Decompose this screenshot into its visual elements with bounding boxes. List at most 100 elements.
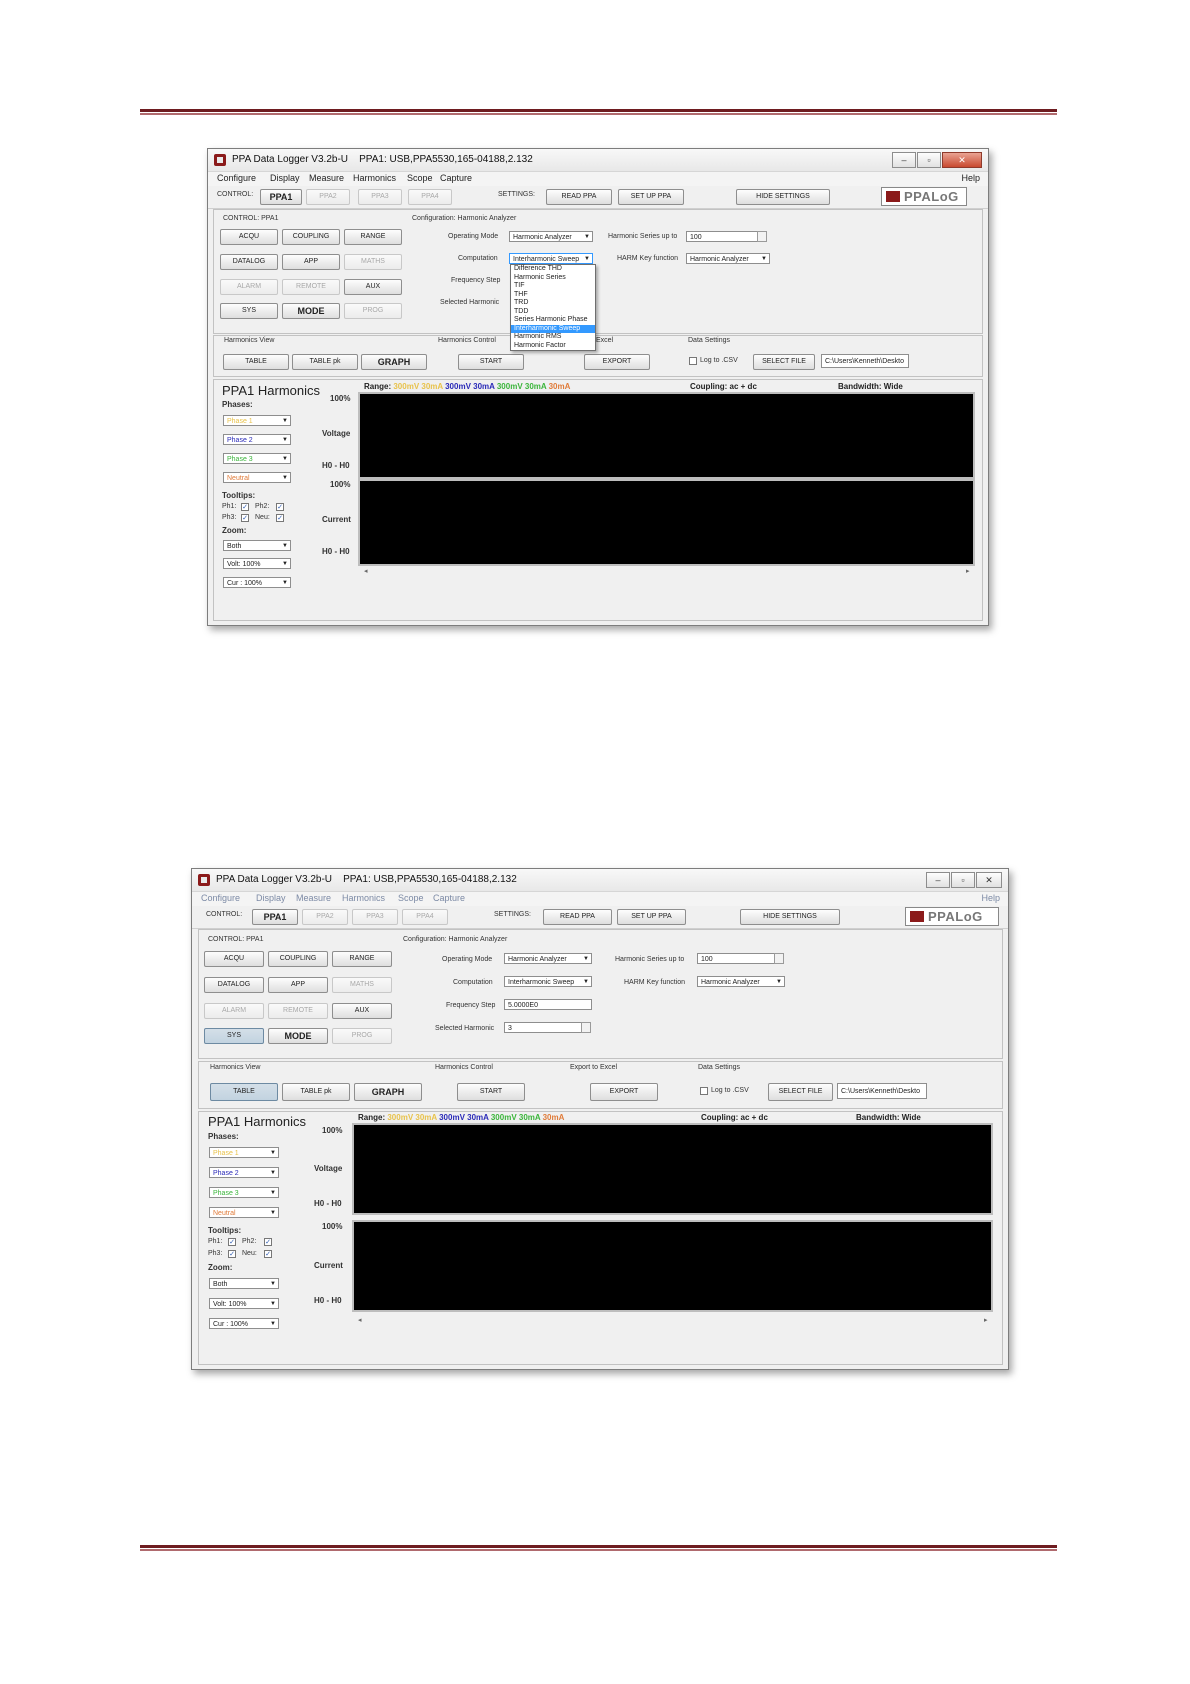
prog-button[interactable]: PROG xyxy=(344,303,402,319)
log-csv-checkbox[interactable] xyxy=(689,357,697,365)
close-icon[interactable]: ✕ xyxy=(976,872,1002,888)
computation-option[interactable]: Harmonic Factor xyxy=(511,342,595,351)
export-button[interactable]: EXPORT xyxy=(584,354,650,370)
close-icon[interactable]: ✕ xyxy=(942,152,982,168)
prog-button[interactable]: PROG xyxy=(332,1028,392,1044)
tooltip-ph3-checkbox[interactable]: ✓ xyxy=(241,514,249,522)
harm-key-select[interactable]: Harmonic Analyzer ▼ xyxy=(697,976,785,987)
ppa4-tab[interactable]: PPA4 xyxy=(408,189,452,205)
tooltip-ph2-checkbox[interactable]: ✓ xyxy=(264,1238,272,1246)
tooltip-ph1-checkbox[interactable]: ✓ xyxy=(228,1238,236,1246)
datalog-button[interactable]: DATALOG xyxy=(220,254,278,270)
tooltip-ph1-checkbox[interactable]: ✓ xyxy=(241,503,249,511)
menu-measure[interactable]: Measure xyxy=(296,893,331,903)
scroll-right-icon[interactable]: ▸ xyxy=(966,567,970,577)
computation-option[interactable]: TDD xyxy=(511,308,595,317)
harmonic-series-spinner[interactable] xyxy=(774,953,784,964)
tooltip-ph2-checkbox[interactable]: ✓ xyxy=(276,503,284,511)
range-button[interactable]: RANGE xyxy=(344,229,402,245)
zoom-cur-select[interactable]: Cur : 100% ▼ xyxy=(209,1318,279,1329)
computation-select[interactable]: Interharmonic Sweep ▼ xyxy=(504,976,592,987)
set-up-ppa-button[interactable]: SET UP PPA xyxy=(618,189,684,205)
ppa1-tab[interactable]: PPA1 xyxy=(260,189,302,205)
frequency-step-input[interactable]: 5.0000E0 xyxy=(504,999,592,1010)
acqu-button[interactable]: ACQU xyxy=(204,951,264,967)
menu-capture[interactable]: Capture xyxy=(433,893,465,903)
maths-button[interactable]: MATHS xyxy=(344,254,402,270)
scroll-left-icon[interactable]: ◂ xyxy=(358,1316,362,1326)
aux-button[interactable]: AUX xyxy=(344,279,402,295)
phase1-select[interactable]: Phase 1 ▼ xyxy=(209,1147,279,1158)
computation-option[interactable]: Interharmonic Sweep xyxy=(511,324,595,333)
computation-dropdown-list[interactable]: Difference THD Harmonic Series TIF THF TRD TD… xyxy=(510,264,596,351)
mode-button[interactable]: MODE xyxy=(268,1028,328,1044)
harmonic-series-input[interactable]: 100 xyxy=(686,231,759,242)
phase2-select[interactable]: Phase 2 ▼ xyxy=(209,1167,279,1178)
voltage-plot[interactable] xyxy=(352,1123,993,1215)
harmonic-series-input[interactable]: 100 xyxy=(697,953,775,964)
mode-button[interactable]: MODE xyxy=(282,303,340,319)
hide-settings-button[interactable]: HIDE SETTINGS xyxy=(736,189,830,205)
sys-button[interactable]: SYS xyxy=(204,1028,264,1044)
minimize-icon[interactable]: – xyxy=(926,872,950,888)
select-file-button[interactable]: SELECT FILE xyxy=(753,354,815,370)
zoom-volt-select[interactable]: Volt: 100% ▼ xyxy=(223,558,291,569)
phase3-select[interactable]: Phase 3 ▼ xyxy=(209,1187,279,1198)
table-button[interactable]: TABLE xyxy=(210,1083,278,1101)
log-csv-checkbox[interactable] xyxy=(700,1087,708,1095)
aux-button[interactable]: AUX xyxy=(332,1003,392,1019)
menu-harmonics[interactable]: Harmonics xyxy=(353,173,396,183)
voltage-plot[interactable] xyxy=(358,392,975,479)
computation-option[interactable]: TIF xyxy=(511,282,595,291)
operating-mode-select[interactable]: Harmonic Analyzer ▼ xyxy=(504,953,592,964)
computation-option[interactable]: Series Harmonic Phase xyxy=(511,316,595,325)
graph-button[interactable]: GRAPH xyxy=(354,1083,422,1101)
menu-configure[interactable]: Configure xyxy=(201,893,240,903)
menu-help[interactable]: Help xyxy=(961,173,980,183)
computation-option[interactable]: Difference THD xyxy=(511,265,595,274)
menu-harmonics[interactable]: Harmonics xyxy=(342,893,385,903)
export-button[interactable]: EXPORT xyxy=(590,1083,658,1101)
computation-option[interactable]: THF xyxy=(511,291,595,300)
ppa3-tab[interactable]: PPA3 xyxy=(352,909,398,925)
computation-option[interactable]: Harmonic RMS xyxy=(511,333,595,342)
ppa2-tab[interactable]: PPA2 xyxy=(302,909,348,925)
scroll-left-icon[interactable]: ◂ xyxy=(364,567,368,577)
start-button[interactable]: START xyxy=(458,354,524,370)
computation-option[interactable]: Harmonic Series xyxy=(511,274,595,283)
menu-display[interactable]: Display xyxy=(256,893,286,903)
hide-settings-button[interactable]: HIDE SETTINGS xyxy=(740,909,840,925)
tooltip-neu-checkbox[interactable]: ✓ xyxy=(276,514,284,522)
zoom-both-select[interactable]: Both ▼ xyxy=(209,1278,279,1289)
ppa2-tab[interactable]: PPA2 xyxy=(306,189,350,205)
remote-button[interactable]: REMOTE xyxy=(282,279,340,295)
tooltip-neu-checkbox[interactable]: ✓ xyxy=(264,1250,272,1258)
minimize-icon[interactable]: – xyxy=(892,152,916,168)
menu-measure[interactable]: Measure xyxy=(309,173,344,183)
range-button[interactable]: RANGE xyxy=(332,951,392,967)
file-path-input[interactable]: C:\Users\Kenneth\Deskto xyxy=(821,354,909,368)
maximize-icon[interactable]: ▫ xyxy=(917,152,941,168)
maths-button[interactable]: MATHS xyxy=(332,977,392,993)
table-pk-button[interactable]: TABLE pk xyxy=(292,354,358,370)
datalog-button[interactable]: DATALOG xyxy=(204,977,264,993)
current-plot[interactable] xyxy=(352,1220,993,1312)
ppa3-tab[interactable]: PPA3 xyxy=(358,189,402,205)
current-plot[interactable] xyxy=(358,479,975,566)
ppa4-tab[interactable]: PPA4 xyxy=(402,909,448,925)
tooltip-ph3-checkbox[interactable]: ✓ xyxy=(228,1250,236,1258)
phase3-select[interactable]: Phase 3 ▼ xyxy=(223,453,291,464)
zoom-cur-select[interactable]: Cur : 100% ▼ xyxy=(223,577,291,588)
read-ppa-button[interactable]: READ PPA xyxy=(543,909,612,925)
selected-harmonic-input[interactable]: 3 xyxy=(504,1022,582,1033)
menu-display[interactable]: Display xyxy=(270,173,300,183)
start-button[interactable]: START xyxy=(457,1083,525,1101)
harmonic-series-spinner[interactable] xyxy=(757,231,767,242)
coupling-button[interactable]: COUPLING xyxy=(268,951,328,967)
computation-option[interactable]: TRD xyxy=(511,299,595,308)
app-button[interactable]: APP xyxy=(268,977,328,993)
alarm-button[interactable]: ALARM xyxy=(204,1003,264,1019)
alarm-button[interactable]: ALARM xyxy=(220,279,278,295)
zoom-both-select[interactable]: Both ▼ xyxy=(223,540,291,551)
menu-configure[interactable]: Configure xyxy=(217,173,256,183)
